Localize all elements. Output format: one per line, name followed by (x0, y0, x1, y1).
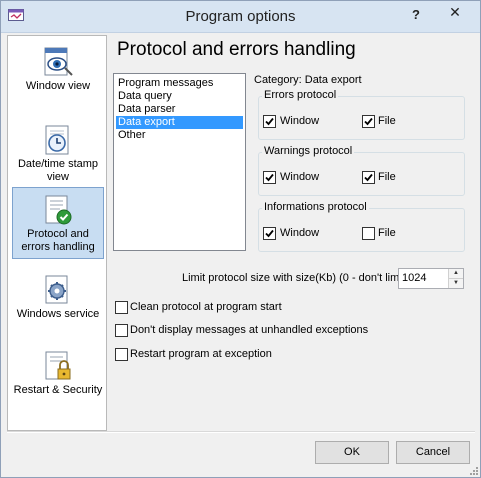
clean-protocol-label: Clean protocol at program start (130, 301, 282, 313)
sidebar-item-label: Window view (25, 80, 91, 92)
group-title: Errors protocol (262, 89, 339, 101)
sidebar-item-restart-security[interactable]: Restart & Security (12, 343, 104, 415)
sidebar-item-protocol-and-errors-handling[interactable]: Protocol and errors handling (12, 187, 104, 259)
category-label: Category: Data export (254, 74, 362, 86)
checkmark-icon (364, 173, 373, 182)
dont-display-messages-checkbox[interactable] (115, 324, 128, 337)
ok-button[interactable]: OK (315, 441, 389, 464)
close-button[interactable]: ✕ (432, 2, 478, 23)
informations-file-label: File (378, 227, 396, 239)
errors-window-label: Window (280, 115, 320, 127)
informations-window-checkbox[interactable] (263, 227, 276, 240)
restart-lock-icon (45, 351, 71, 380)
spin-up-icon[interactable]: ▲ (449, 269, 463, 279)
list-item-program-messages[interactable]: Program messages (116, 77, 243, 90)
dont-display-messages-label: Don't display messages at unhandled exce… (130, 324, 369, 336)
informations-window-label: Window (280, 227, 320, 239)
sidebar-item-window-view[interactable]: Window view (12, 39, 104, 111)
help-button[interactable]: ? (405, 5, 427, 25)
spin-buttons: ▲ ▼ (448, 269, 463, 288)
list-item-data-parser[interactable]: Data parser (116, 103, 243, 116)
group-title: Informations protocol (262, 201, 369, 213)
sidebar-item-label: Protocol and errors handling (21, 228, 95, 253)
warnings-file-label: File (378, 171, 396, 183)
sidebar-item-windows-service[interactable]: Windows service (12, 267, 104, 339)
informations-protocol-group: Informations protocol Window File (258, 201, 465, 252)
cancel-button[interactable]: Cancel (396, 441, 470, 464)
sidebar-item-label: Restart & Security (13, 384, 103, 396)
spin-down-icon[interactable]: ▼ (449, 279, 463, 288)
checkmark-icon (364, 117, 373, 126)
service-gear-icon (45, 275, 68, 304)
checkmark-icon (265, 117, 274, 126)
restart-at-exception-label: Restart program at exception (130, 348, 272, 360)
title-bar[interactable]: Program options ? ✕ (1, 1, 480, 33)
informations-file-checkbox[interactable] (362, 227, 375, 240)
errors-protocol-group: Errors protocol Window File (258, 89, 465, 140)
page-title: Protocol and errors handling (117, 39, 356, 60)
restart-at-exception-checkbox[interactable] (115, 348, 128, 361)
window-view-icon (44, 47, 73, 76)
warnings-protocol-group: Warnings protocol Window File (258, 145, 465, 196)
options-sidebar: Window view Date/time stamp view Protoco… (7, 35, 107, 431)
clock-icon (45, 125, 69, 155)
sidebar-item-label: Date/time stamp view (17, 158, 99, 183)
sidebar-item-label: Windows service (16, 308, 100, 320)
message-category-list[interactable]: Program messages Data query Data parser … (113, 73, 246, 251)
limit-size-value: 1024 (402, 272, 427, 284)
program-options-dialog: Program options ? ✕ Window view Date/tim (0, 0, 481, 478)
warnings-window-label: Window (280, 171, 320, 183)
checkmark-icon (265, 173, 274, 182)
list-item-data-query[interactable]: Data query (116, 90, 243, 103)
protocol-check-icon (45, 195, 72, 225)
group-title: Warnings protocol (262, 145, 355, 157)
list-item-other[interactable]: Other (116, 129, 243, 142)
errors-file-label: File (378, 115, 396, 127)
errors-window-checkbox[interactable] (263, 115, 276, 128)
limit-size-spinbox[interactable]: 1024 ▲ ▼ (398, 268, 464, 289)
warnings-window-checkbox[interactable] (263, 171, 276, 184)
list-item-data-export[interactable]: Data export (116, 116, 243, 129)
resize-grip-icon[interactable] (468, 465, 478, 475)
limit-size-label: Limit protocol size with size(Kb) (0 - d… (182, 272, 409, 284)
footer-divider (7, 431, 475, 433)
checkmark-icon (265, 229, 274, 238)
warnings-file-checkbox[interactable] (362, 171, 375, 184)
sidebar-item-date-time-stamp-view[interactable]: Date/time stamp view (12, 117, 104, 189)
clean-protocol-checkbox[interactable] (115, 301, 128, 314)
errors-file-checkbox[interactable] (362, 115, 375, 128)
